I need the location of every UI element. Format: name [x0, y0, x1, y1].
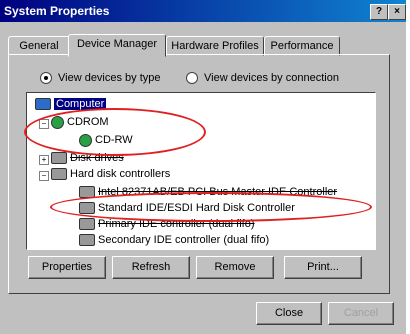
close-icon[interactable]: ×	[388, 4, 406, 20]
expand-toggle[interactable]: −	[39, 171, 49, 181]
view-by-connection-label: View devices by connection	[204, 72, 339, 84]
view-by-connection-radio[interactable]: View devices by connection	[186, 72, 339, 85]
view-by-type-label: View devices by type	[58, 72, 161, 84]
controller-icon	[51, 168, 67, 181]
radio-selected-icon	[40, 72, 52, 85]
system-properties-window: System Properties ? × General Device Man…	[0, 0, 406, 334]
print-button[interactable]: Print...	[284, 256, 362, 279]
tab-hardware-profiles[interactable]: Hardware Profiles	[166, 36, 264, 56]
disk-drive-icon	[51, 152, 67, 165]
expand-toggle[interactable]: +	[39, 155, 49, 165]
title-bar[interactable]: System Properties ? ×	[0, 0, 406, 22]
tree-node-hard-disk-controllers[interactable]: Hard disk controllers	[51, 167, 170, 181]
tab-performance[interactable]: Performance	[264, 36, 340, 56]
remove-button[interactable]: Remove	[196, 256, 274, 279]
tab-device-manager[interactable]: Device Manager	[68, 34, 166, 57]
close-button[interactable]: Close	[256, 302, 322, 325]
tree-node-label: Secondary IDE controller (dual fifo)	[98, 234, 270, 246]
radio-unselected-icon	[186, 72, 198, 85]
tab-general[interactable]: General	[8, 36, 70, 56]
tree-node-label: Hard disk controllers	[70, 168, 171, 180]
help-button[interactable]: ?	[370, 4, 388, 20]
window-title: System Properties	[4, 4, 110, 18]
properties-button[interactable]: Properties	[28, 256, 106, 279]
computer-icon	[35, 98, 51, 111]
controller-icon	[79, 234, 95, 247]
refresh-button[interactable]: Refresh	[112, 256, 190, 279]
annotation-oval-standard-controller	[50, 192, 372, 222]
annotation-oval-cdrom	[24, 108, 206, 156]
view-by-type-radio[interactable]: View devices by type	[40, 72, 161, 85]
cancel-button[interactable]: Cancel	[328, 302, 394, 325]
tree-node-secondary-ide[interactable]: Secondary IDE controller (dual fifo)	[79, 233, 269, 247]
controller-icon	[79, 218, 95, 231]
